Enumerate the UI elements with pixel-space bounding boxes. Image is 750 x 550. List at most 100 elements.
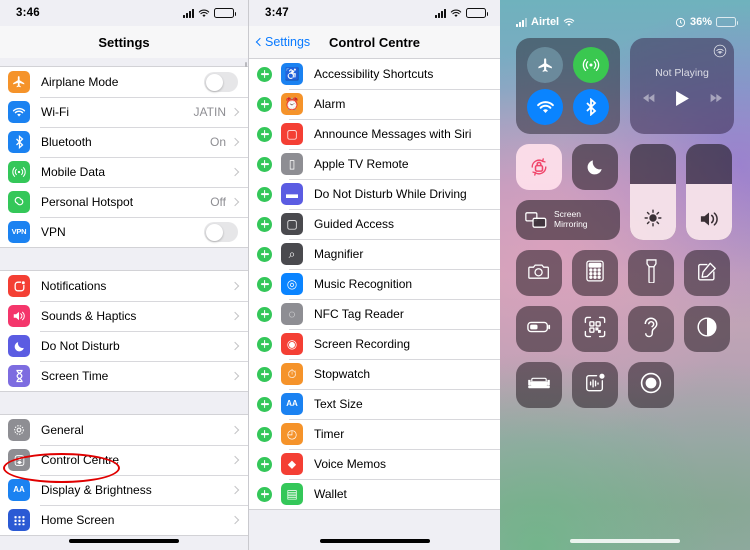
rotation-lock-toggle[interactable] xyxy=(516,144,562,190)
add-control-button[interactable] xyxy=(257,126,272,142)
more-control-row[interactable]: ▢ Guided Access xyxy=(249,209,500,239)
media-tile[interactable]: Not Playing xyxy=(630,38,734,134)
add-control-button[interactable] xyxy=(257,276,272,292)
sidebar-item-sounds-haptics[interactable]: Sounds & Haptics xyxy=(0,301,248,331)
chevron-right-icon xyxy=(230,281,240,291)
control-centre-overlay: Airtel 36% Not Playing Screen Mirroring xyxy=(500,0,750,550)
add-control-button[interactable] xyxy=(257,336,272,352)
home-indicator xyxy=(69,539,179,543)
more-control-row[interactable]: ◉ Screen Recording xyxy=(249,329,500,359)
sidebar-item-airplane-mode[interactable]: Airplane Mode xyxy=(0,67,248,97)
more-control-row[interactable]: ▯ Apple TV Remote xyxy=(249,149,500,179)
wifi-toggle[interactable] xyxy=(527,89,563,125)
volume-slider[interactable] xyxy=(686,144,732,240)
sound-recognition-button[interactable] xyxy=(572,362,618,408)
sidebar-item-control-centre[interactable]: Control Centre xyxy=(0,445,248,475)
notes-button[interactable] xyxy=(684,250,730,296)
more-control-row[interactable]: ▤ Wallet xyxy=(249,479,500,509)
vpn-toggle[interactable] xyxy=(204,222,238,242)
settings-list[interactable]: Airplane Mode Wi-Fi JATIN Bluetooth On M… xyxy=(0,58,248,550)
sidebar-item-general[interactable]: General xyxy=(0,415,248,445)
flashlight-button[interactable] xyxy=(628,250,674,296)
add-control-button[interactable] xyxy=(257,306,272,322)
more-controls-list[interactable]: ♿ Accessibility Shortcuts ⏰ Alarm ▢ Announce … xyxy=(249,58,500,550)
page-title: Settings xyxy=(98,34,150,50)
add-control-button[interactable] xyxy=(257,186,272,202)
status-time: 3:47 xyxy=(265,7,289,19)
more-control-row[interactable]: ◴ Timer xyxy=(249,419,500,449)
brightness-slider[interactable] xyxy=(630,144,676,240)
back-button[interactable]: Settings xyxy=(249,35,310,49)
sidebar-item-home-screen[interactable]: Home Screen xyxy=(0,505,248,535)
add-control-button[interactable] xyxy=(257,456,272,472)
connectivity-tile[interactable] xyxy=(516,38,620,134)
status-bar-3: Airtel 36% xyxy=(500,0,750,34)
sidebar-item-screen-time[interactable]: Screen Time xyxy=(0,361,248,391)
sidebar-item-notifications[interactable]: Notifications xyxy=(0,271,248,301)
sidebar-item-label: Do Not Disturb xyxy=(41,339,120,353)
sounds-icon xyxy=(8,305,30,327)
more-control-row[interactable]: ⌕ Magnifier xyxy=(249,239,500,269)
previous-track-button[interactable] xyxy=(642,93,656,103)
sidebar-item-display-brightness[interactable]: AA Display & Brightness xyxy=(0,475,248,505)
add-control-button[interactable] xyxy=(257,216,272,232)
next-track-button[interactable] xyxy=(709,93,722,103)
more-control-row[interactable]: ◌ NFC Tag Reader xyxy=(249,299,500,329)
sidebar-item-vpn[interactable]: VPN VPN xyxy=(0,217,248,247)
code-scanner-button[interactable] xyxy=(572,306,618,352)
more-control-row[interactable]: ▬ Do Not Disturb While Driving xyxy=(249,179,500,209)
more-control-label: Stopwatch xyxy=(314,367,371,381)
notifications-icon xyxy=(8,275,30,297)
sidebar-item-do-not-disturb[interactable]: Do Not Disturb xyxy=(0,331,248,361)
low-power-mode-button[interactable] xyxy=(516,306,562,352)
add-control-button[interactable] xyxy=(257,366,272,382)
add-control-button[interactable] xyxy=(257,246,272,262)
more-control-row[interactable]: AA Text Size xyxy=(249,389,500,419)
sidebar-item-bluetooth[interactable]: Bluetooth On xyxy=(0,127,248,157)
add-control-button[interactable] xyxy=(257,96,272,112)
chevron-right-icon xyxy=(230,455,240,465)
status-left: Airtel xyxy=(516,16,575,28)
airplane-mode-toggle[interactable] xyxy=(527,47,563,83)
hotspot-icon xyxy=(8,191,30,213)
more-control-label: Magnifier xyxy=(314,247,364,261)
sidebar-item-wifi[interactable]: Wi-Fi JATIN xyxy=(0,97,248,127)
bluetooth-toggle[interactable] xyxy=(573,89,609,125)
add-control-button[interactable] xyxy=(257,396,272,412)
chevron-right-icon xyxy=(230,341,240,351)
sleep-mode-button[interactable] xyxy=(516,362,562,408)
sidebar-item-label: Control Centre xyxy=(41,453,120,467)
screen-recording-icon: ◉ xyxy=(281,333,303,355)
add-control-button[interactable] xyxy=(257,156,272,172)
hourglass-icon xyxy=(8,365,30,387)
do-not-disturb-toggle[interactable] xyxy=(572,144,618,190)
more-control-row[interactable]: ◎ Music Recognition xyxy=(249,269,500,299)
add-control-button[interactable] xyxy=(257,486,272,502)
chevron-right-icon xyxy=(230,371,240,381)
signal-bars-icon xyxy=(435,8,446,18)
home-screen-icon xyxy=(8,509,30,531)
wifi-icon xyxy=(8,101,30,123)
dark-mode-button[interactable] xyxy=(684,306,730,352)
sidebar-item-mobile-data[interactable]: Mobile Data xyxy=(0,157,248,187)
airplay-icon[interactable] xyxy=(713,44,727,58)
screen-recording-button[interactable] xyxy=(628,362,674,408)
text-size-icon: AA xyxy=(8,479,30,501)
screen-mirroring-button[interactable]: Screen Mirroring xyxy=(516,200,620,240)
airplane-mode-toggle[interactable] xyxy=(204,72,238,92)
calculator-button[interactable] xyxy=(572,250,618,296)
add-control-button[interactable] xyxy=(257,66,272,82)
more-control-row[interactable]: ▢ Announce Messages with Siri xyxy=(249,119,500,149)
sidebar-item-personal-hotspot[interactable]: Personal Hotspot Off xyxy=(0,187,248,217)
more-control-row[interactable]: ⏰ Alarm xyxy=(249,89,500,119)
more-control-label: Wallet xyxy=(314,487,347,501)
more-control-label: Do Not Disturb While Driving xyxy=(314,187,467,201)
cellular-data-toggle[interactable] xyxy=(573,47,609,83)
more-control-row[interactable]: ⬥ Voice Memos xyxy=(249,449,500,479)
play-button[interactable] xyxy=(675,90,689,106)
more-control-row[interactable]: ♿ Accessibility Shortcuts xyxy=(249,59,500,89)
more-control-row[interactable]: ⏱ Stopwatch xyxy=(249,359,500,389)
camera-button[interactable] xyxy=(516,250,562,296)
add-control-button[interactable] xyxy=(257,426,272,442)
hearing-button[interactable] xyxy=(628,306,674,352)
